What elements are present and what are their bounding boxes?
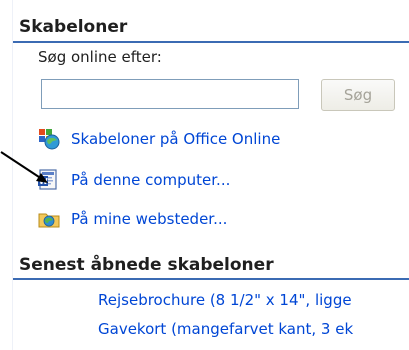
- this-computer-link[interactable]: W På denne computer...: [37, 166, 230, 194]
- my-websites-link-label: På mine websteder...: [71, 210, 228, 228]
- templates-task-pane: Skabeloner Søg online efter: Søg Skabelo…: [12, 0, 409, 350]
- templates-header-rule: [13, 41, 409, 43]
- search-input[interactable]: [41, 79, 299, 109]
- search-online-label: Søg online efter:: [38, 48, 162, 66]
- this-computer-link-label: På denne computer...: [71, 171, 231, 189]
- office-online-link-label: Skabeloner på Office Online: [71, 130, 281, 148]
- recent-header-rule: [13, 278, 409, 280]
- office-online-icon: [39, 129, 60, 150]
- search-button[interactable]: Søg: [321, 79, 395, 111]
- recent-template-item[interactable]: Gavekort (mangefarvet kant, 3 ek: [98, 320, 353, 338]
- recent-templates-section-header: Senest åbnede skabeloner: [19, 255, 274, 275]
- annotation-arrow-icon: [0, 151, 48, 183]
- templates-section-header: Skabeloner: [19, 17, 128, 37]
- web-folder-icon: [38, 213, 60, 228]
- task-pane-screenshot: Skabeloner Søg online efter: Søg Skabelo…: [0, 0, 409, 350]
- recent-template-item[interactable]: Rejsebrochure (8 1/2" x 14", ligge: [98, 291, 352, 309]
- office-online-templates-link[interactable]: Skabeloner på Office Online: [37, 125, 280, 153]
- my-websites-link[interactable]: På mine websteder...: [37, 205, 227, 233]
